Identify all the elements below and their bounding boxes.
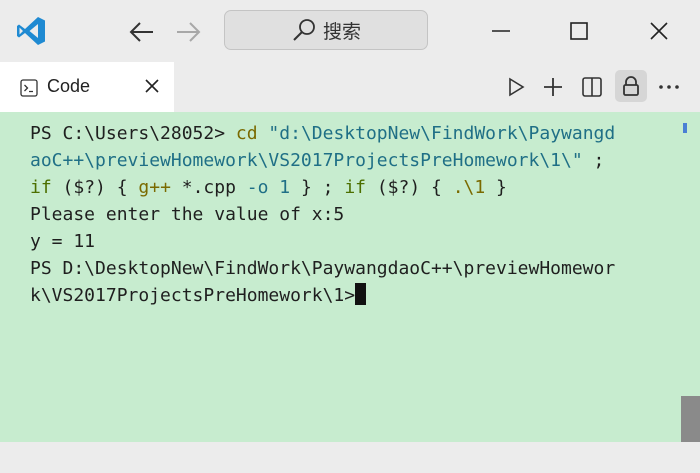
lock-icon	[623, 76, 639, 96]
minimize-icon	[492, 30, 510, 32]
maximize-icon	[570, 22, 588, 40]
text-token: } ;	[290, 177, 345, 198]
text-token: *.cpp	[170, 177, 247, 198]
text-token: ($?) {	[51, 177, 139, 198]
terminal-line: Please enter the value of x:5	[30, 204, 345, 225]
vscode-logo-icon[interactable]	[14, 14, 48, 48]
new-terminal-button[interactable]	[540, 74, 566, 100]
run-button[interactable]	[503, 74, 529, 100]
split-terminal-button[interactable]	[579, 74, 605, 100]
close-window-button[interactable]	[644, 16, 674, 46]
text-token: ($?) {	[366, 177, 453, 198]
terminal-line: aoC++\previewHomework\VS2017ProjectsPreH…	[30, 147, 615, 174]
bottom-bar	[0, 442, 700, 473]
vertical-scrollbar[interactable]	[681, 112, 700, 442]
terminal-line: PS D:\DesktopNew\FindWork\PaywangdaoC++\…	[30, 258, 616, 279]
search-label: 搜索	[322, 20, 361, 43]
prompt: k\VS2017ProjectsPreHomework\1>	[30, 285, 356, 306]
terminal-text: PS C:\Users\28052> cd "d:\DesktopNew\Fin…	[30, 120, 615, 309]
keyword-token: if	[344, 177, 366, 198]
tab-bar: Code	[0, 62, 700, 112]
scrollbar-thumb[interactable]	[681, 396, 700, 442]
lock-scroll-button[interactable]	[615, 70, 647, 102]
terminal-line: y = 11	[30, 231, 96, 252]
command-search-box[interactable]: 搜索	[224, 10, 428, 50]
more-actions-button[interactable]	[656, 74, 682, 100]
forward-button[interactable]	[174, 18, 202, 46]
split-icon	[582, 77, 602, 97]
terminal-line: PS C:\Users\28052> cd "d:\DesktopNew\Fin…	[30, 120, 615, 147]
terminal-line: if ($?) { g++ *.cpp -o 1 } ; if ($?) { .…	[30, 174, 615, 201]
command-token: cd	[235, 123, 258, 144]
arrow-left-icon	[129, 22, 153, 42]
command-token: g++	[138, 177, 171, 198]
terminal-icon	[20, 79, 38, 97]
text-token: ;	[582, 150, 605, 171]
option-token: -o 1	[246, 177, 291, 198]
plus-icon	[544, 78, 562, 96]
tab-label: Code	[47, 76, 91, 96]
command-token: .\1	[452, 177, 486, 198]
text-token: }	[485, 177, 507, 198]
terminal-line: k\VS2017ProjectsPreHomework\1>	[30, 282, 615, 309]
maximize-button[interactable]	[564, 16, 594, 46]
more-icon	[659, 85, 679, 89]
arrow-right-icon	[177, 22, 201, 42]
back-button[interactable]	[128, 18, 156, 46]
string-token: aoC++\previewHomework\VS2017ProjectsPreH…	[30, 150, 583, 171]
tab-code[interactable]: Code	[0, 62, 174, 112]
close-icon	[650, 22, 668, 40]
scroll-position-marker	[683, 123, 687, 133]
search-icon	[293, 19, 315, 41]
terminal-output[interactable]: PS C:\Users\28052> cd "d:\DesktopNew\Fin…	[0, 112, 700, 442]
text-cursor	[355, 283, 367, 305]
string-token: "d:\DesktopNew\FindWork\Paywangd	[257, 123, 616, 144]
prompt: PS C:\Users\28052>	[30, 123, 236, 144]
title-bar: 搜索	[0, 0, 700, 62]
keyword-token: if	[30, 177, 52, 198]
minimize-button[interactable]	[486, 16, 516, 46]
close-tab-icon[interactable]	[144, 78, 160, 94]
play-icon	[509, 77, 525, 97]
